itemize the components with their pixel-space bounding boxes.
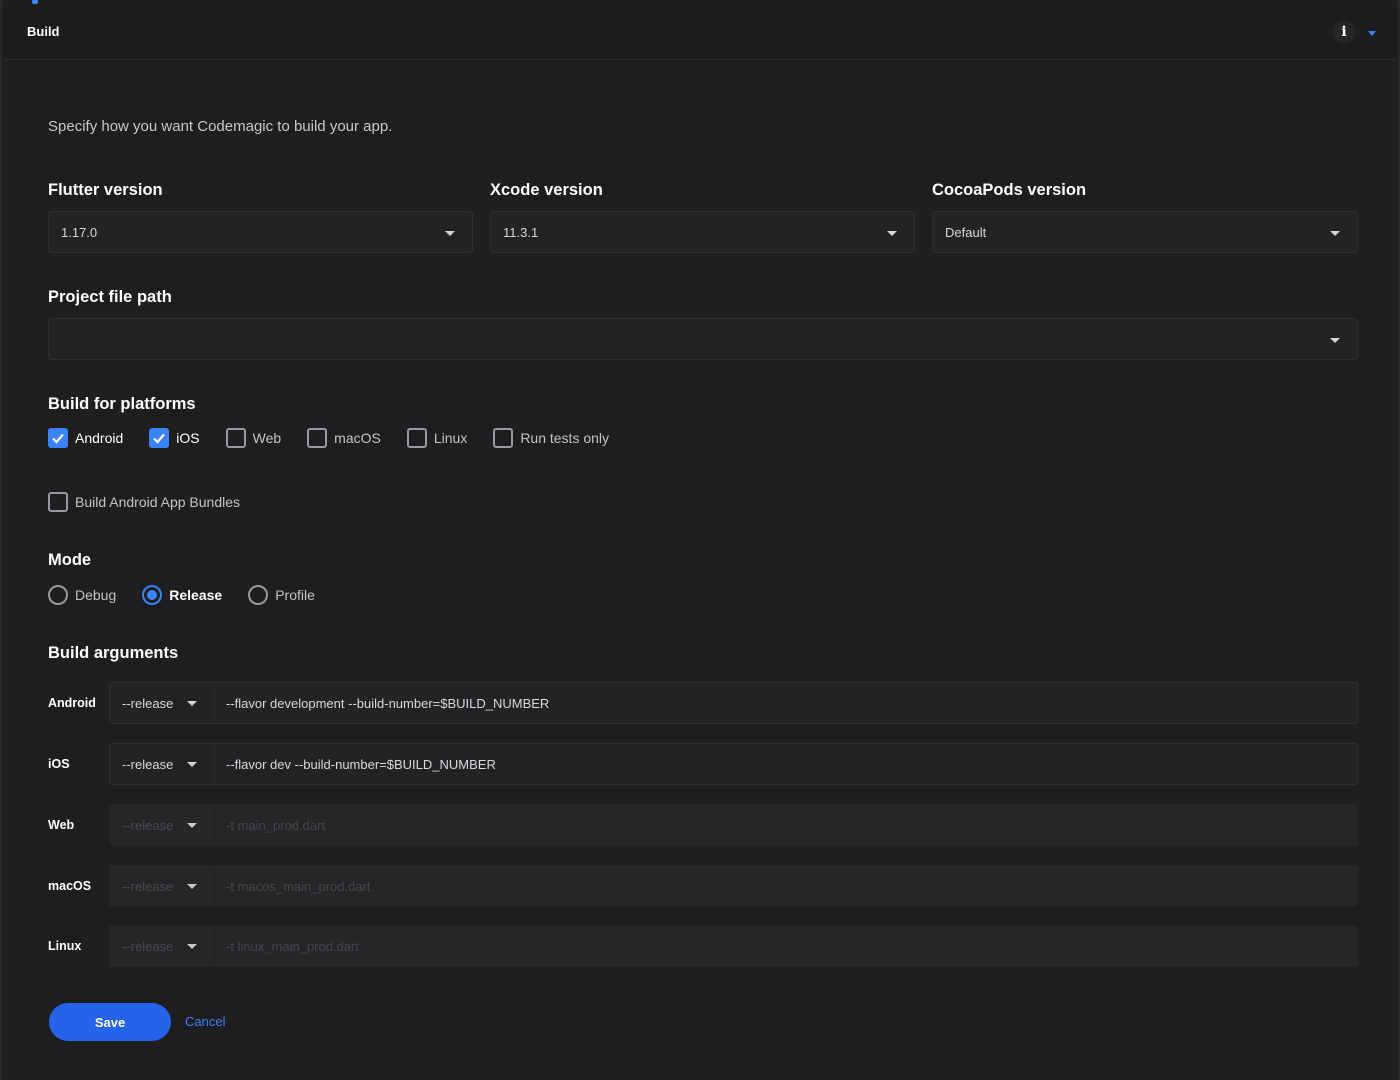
dropdown-arrow-icon bbox=[887, 231, 897, 236]
build-args-row-web: Web --release -t main_prod.dart bbox=[48, 804, 1358, 846]
cancel-link[interactable]: Cancel bbox=[185, 1014, 225, 1029]
platform-android[interactable]: Android bbox=[48, 428, 123, 448]
build-args-input[interactable]: --flavor development --build-number=$BUI… bbox=[226, 683, 1345, 723]
cocoapods-version-select[interactable]: Default bbox=[932, 211, 1358, 253]
checkbox-unchecked[interactable] bbox=[493, 428, 514, 448]
xcode-version-value: 11.3.1 bbox=[503, 224, 539, 240]
panel-header[interactable]: Build i bbox=[4, 0, 1396, 60]
build-args-input: -t macos_main_prod.dart bbox=[226, 878, 371, 894]
checkbox-unchecked[interactable] bbox=[307, 428, 328, 448]
flutter-version-value: 1.17.0 bbox=[61, 224, 98, 240]
build-app-bundles-option[interactable]: Build Android App Bundles bbox=[48, 492, 240, 512]
flutter-version-select[interactable]: 1.17.0 bbox=[48, 211, 473, 253]
cocoapods-version-value: Default bbox=[945, 224, 987, 240]
mode-profile[interactable]: Profile bbox=[248, 585, 315, 605]
platforms-label: Build for platforms bbox=[48, 395, 196, 413]
dropdown-arrow-icon bbox=[187, 762, 197, 767]
intro-text: Specify how you want Codemagic to build … bbox=[48, 118, 393, 135]
project-path-label: Project file path bbox=[48, 288, 172, 306]
dropdown-arrow-icon bbox=[1330, 338, 1340, 343]
panel-title: Build bbox=[27, 24, 60, 39]
chevron-down-icon[interactable] bbox=[1362, 26, 1382, 40]
radio-unselected[interactable] bbox=[48, 585, 68, 605]
cocoapods-version-label: CocoaPods version bbox=[932, 181, 1087, 199]
mode-label: Mode bbox=[48, 551, 92, 569]
build-args-field-disabled: --release -t linux_main_prod.dart bbox=[109, 925, 1358, 967]
build-arguments-label: Build arguments bbox=[48, 644, 179, 662]
mode-radio-group: Debug Release Profile bbox=[48, 585, 341, 605]
checkbox-unchecked[interactable] bbox=[225, 428, 246, 448]
build-args-field: --release --flavor dev --build-number=$B… bbox=[109, 743, 1358, 785]
run-tests-only[interactable]: Run tests only bbox=[493, 428, 609, 448]
dropdown-arrow-icon bbox=[445, 231, 455, 236]
mode-debug[interactable]: Debug bbox=[48, 585, 116, 605]
build-mode-select[interactable]: --release bbox=[110, 683, 215, 723]
mode-release[interactable]: Release bbox=[142, 585, 222, 605]
checkbox-label: macOS bbox=[334, 430, 381, 446]
build-args-field-disabled: --release -t main_prod.dart bbox=[109, 804, 1358, 846]
checkbox-unchecked[interactable] bbox=[48, 492, 68, 512]
checkmark-icon bbox=[52, 433, 64, 444]
dropdown-arrow-icon bbox=[187, 701, 197, 706]
build-mode-select: --release bbox=[110, 805, 215, 845]
checkbox-checked[interactable] bbox=[149, 428, 170, 448]
build-args-row-android: Android --release --flavor development -… bbox=[48, 682, 1358, 724]
build-args-input[interactable]: --flavor dev --build-number=$BUILD_NUMBE… bbox=[226, 744, 1345, 784]
dropdown-arrow-icon bbox=[187, 884, 197, 889]
xcode-version-label: Xcode version bbox=[490, 181, 603, 199]
platform-checkboxes: Android iOS Web macOS Linux Run tests on… bbox=[48, 428, 635, 448]
dropdown-arrow-icon bbox=[187, 823, 197, 828]
build-mode-value: --release bbox=[122, 756, 174, 772]
radio-unselected[interactable] bbox=[248, 585, 269, 605]
build-args-platform: Android bbox=[48, 696, 96, 710]
build-mode-select: --release bbox=[110, 926, 215, 966]
platform-macos[interactable]: macOS bbox=[307, 428, 381, 448]
build-settings-panel: Build i Specify how you want Codemagic t… bbox=[0, 0, 1400, 1080]
checkbox-unchecked[interactable] bbox=[406, 428, 427, 448]
info-icon[interactable]: i bbox=[1332, 20, 1356, 44]
build-mode-value: --release bbox=[122, 817, 174, 833]
checkbox-label: Build Android App Bundles bbox=[75, 494, 241, 510]
checkbox-label: Android bbox=[75, 430, 124, 446]
build-args-row-linux: Linux --release -t linux_main_prod.dart bbox=[48, 925, 1358, 967]
build-args-input: -t main_prod.dart bbox=[226, 817, 325, 833]
checkbox-label: Run tests only bbox=[520, 430, 610, 446]
build-args-platform: Web bbox=[48, 818, 75, 832]
platform-linux[interactable]: Linux bbox=[406, 428, 468, 448]
build-args-field: --release --flavor development --build-n… bbox=[109, 682, 1358, 724]
radio-label: Profile bbox=[275, 587, 315, 603]
build-mode-select: --release bbox=[110, 866, 215, 906]
xcode-version-select[interactable]: 11.3.1 bbox=[490, 211, 915, 253]
radio-label: Release bbox=[169, 587, 223, 603]
dropdown-arrow-icon bbox=[1330, 231, 1340, 236]
flutter-version-label: Flutter version bbox=[48, 181, 163, 199]
checkbox-label: Linux bbox=[433, 430, 468, 446]
project-path-select[interactable] bbox=[48, 318, 1358, 360]
build-args-row-macos: macOS --release -t macos_main_prod.dart bbox=[48, 865, 1358, 907]
build-mode-select[interactable]: --release bbox=[110, 744, 215, 784]
checkbox-checked[interactable] bbox=[48, 428, 68, 448]
platform-ios[interactable]: iOS bbox=[149, 428, 200, 448]
build-args-platform: macOS bbox=[48, 879, 92, 893]
build-args-input: -t linux_main_prod.dart bbox=[226, 938, 359, 954]
radio-label: Debug bbox=[75, 587, 117, 603]
checkbox-label: iOS bbox=[176, 430, 200, 446]
radio-selected[interactable] bbox=[142, 585, 163, 605]
build-args-row-ios: iOS --release --flavor dev --build-numbe… bbox=[48, 743, 1358, 785]
build-args-field-disabled: --release -t macos_main_prod.dart bbox=[109, 865, 1358, 907]
platform-web[interactable]: Web bbox=[225, 428, 282, 448]
checkbox-label: Web bbox=[252, 430, 282, 446]
checkmark-icon bbox=[153, 433, 166, 444]
build-args-platform: iOS bbox=[48, 757, 70, 771]
build-mode-value: --release bbox=[122, 938, 174, 954]
build-args-platform: Linux bbox=[48, 939, 82, 953]
dropdown-arrow-icon bbox=[187, 944, 197, 949]
header-accent-marker bbox=[32, 0, 38, 4]
build-mode-value: --release bbox=[122, 878, 174, 894]
build-mode-value: --release bbox=[122, 695, 174, 711]
save-button[interactable]: Save bbox=[49, 1003, 171, 1041]
